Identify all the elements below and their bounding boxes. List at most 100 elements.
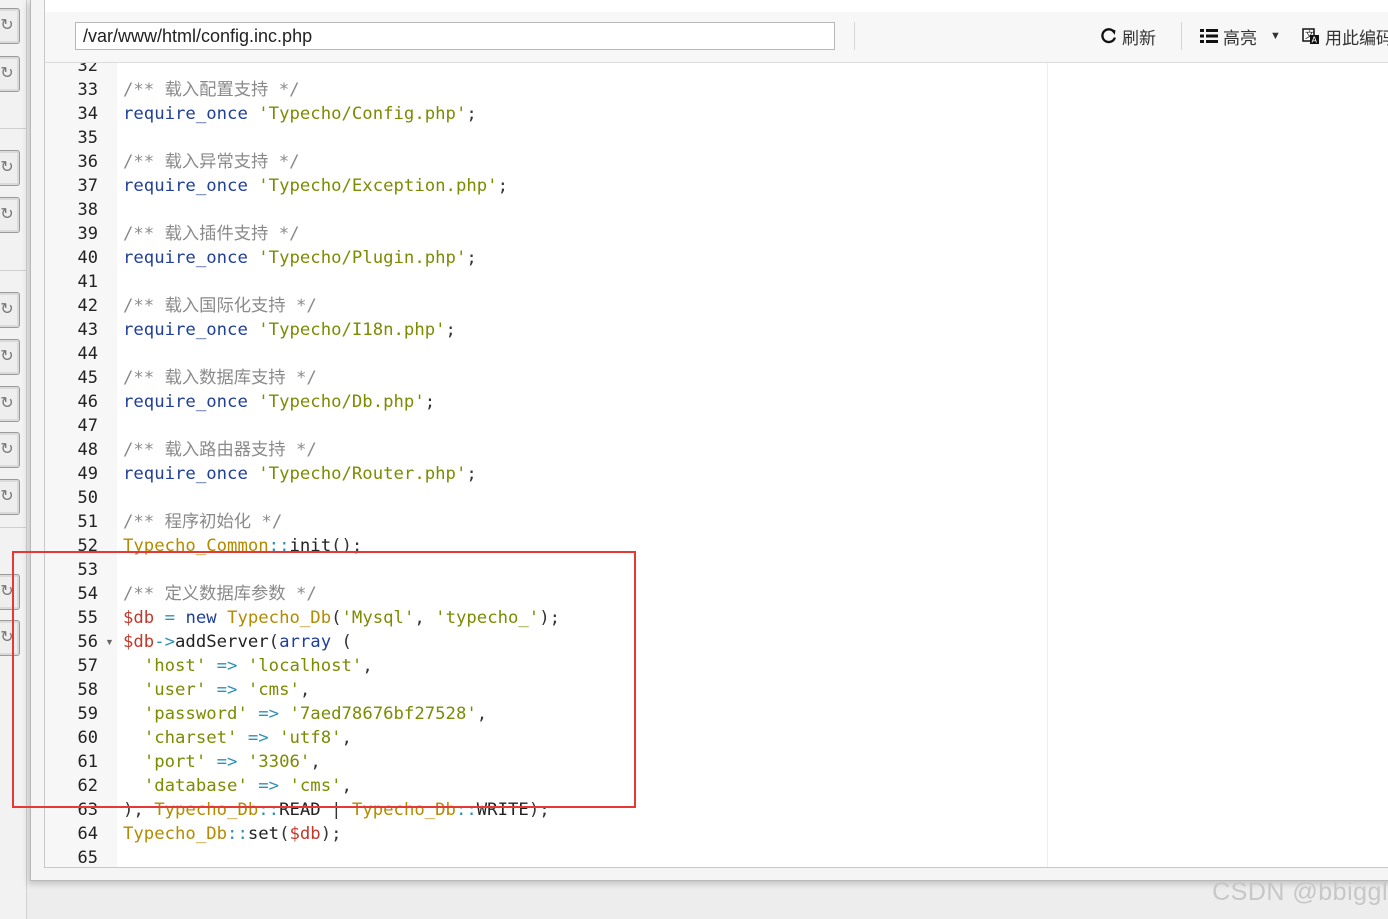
code-token: (	[279, 824, 290, 844]
svg-text:A: A	[1312, 36, 1318, 45]
code-token: array	[279, 632, 332, 652]
code-token: /** 载入配置支持 */	[123, 80, 300, 100]
file-thumbnail-icon[interactable]: ↻	[0, 56, 20, 92]
line-number: 34	[77, 104, 98, 124]
line-number: 49	[77, 464, 98, 484]
line-number: 38	[77, 200, 98, 220]
code-token: ::	[258, 800, 280, 820]
file-thumbnail-icon[interactable]: ↻	[0, 620, 20, 656]
code-token: 'cms'	[289, 776, 342, 796]
code-line: 49 require_once 'Typecho/Router.php';	[45, 462, 1388, 486]
file-path-input[interactable]	[75, 22, 835, 50]
sidebar-divider	[0, 128, 26, 129]
file-thumbnail-icon[interactable]: ↻	[0, 150, 20, 186]
code-text: /** 载入国际化支持 */	[123, 294, 317, 318]
code-lines: 32 33 /** 载入配置支持 */ 34 require_once 'Typecho…	[45, 63, 1388, 867]
code-text: 'password' => '7aed78676bf27528',	[123, 702, 487, 726]
code-token: 'Typecho/Config.php'	[258, 104, 467, 124]
line-number: 51	[77, 512, 98, 532]
code-token: 'utf8'	[279, 728, 342, 748]
code-line: 56 ▼ $db->addServer(array (	[45, 630, 1388, 654]
code-token: require_once	[123, 104, 248, 124]
file-thumbnail-icon[interactable]: ↻	[0, 479, 20, 515]
line-number: 58	[77, 680, 98, 700]
code-line: 60 'charset' => 'utf8',	[45, 726, 1388, 750]
code-token: 'Typecho/I18n.php'	[258, 320, 446, 340]
code-token: require_once	[123, 248, 248, 268]
code-line: 51 /** 程序初始化 */	[45, 510, 1388, 534]
highlight-label: 高亮	[1223, 28, 1257, 48]
code-line: 50	[45, 486, 1388, 510]
line-number: 42	[77, 296, 98, 316]
code-text: 'host' => 'localhost',	[123, 654, 373, 678]
encoding-icon: 文 A	[1302, 27, 1320, 45]
code-token: 'cms'	[247, 680, 300, 700]
code-token: WRITE	[476, 800, 529, 820]
line-number: 46	[77, 392, 98, 412]
code-token: ;	[497, 176, 508, 196]
file-thumbnail-icon[interactable]: ↻	[0, 339, 20, 375]
refresh-button[interactable]: 刷新	[1100, 24, 1156, 48]
highlight-dropdown[interactable]: 高亮 ▼	[1200, 24, 1281, 48]
line-number: 54	[77, 584, 98, 604]
file-thumbnail-icon[interactable]: ↻	[0, 432, 20, 468]
code-line: 38	[45, 198, 1388, 222]
code-token: =>	[216, 752, 238, 772]
file-thumbnail-icon[interactable]: ↻	[0, 197, 20, 233]
file-thumbnail-icon[interactable]: ↻	[0, 386, 20, 422]
sidebar-divider	[0, 527, 26, 528]
code-token: 'Typecho/Plugin.php'	[258, 248, 467, 268]
line-number: 64	[77, 824, 98, 844]
code-token: /** 定义数据库参数 */	[123, 584, 317, 604]
sidebar-divider	[0, 270, 26, 271]
code-token: |	[320, 800, 352, 820]
editor-panel: 刷新 高亮 ▼	[44, 0, 1388, 868]
code-token: ,	[310, 752, 321, 772]
code-token: set	[247, 824, 280, 844]
code-editor[interactable]: 32 33 /** 载入配置支持 */ 34 require_once 'Typecho…	[45, 63, 1388, 867]
encoding-button[interactable]: 文 A 用此编码	[1302, 24, 1388, 48]
file-thumbnail-icon[interactable]: ↻	[0, 8, 20, 44]
file-thumbnail-icon[interactable]: ↻	[0, 292, 20, 328]
code-token: =>	[216, 656, 238, 676]
left-sidebar: ↻ ↻ ↻ ↻ ↻ ↻ ↻ ↻ ↻ ↻ ↻	[0, 0, 27, 919]
line-number: 43	[77, 320, 98, 340]
line-number: 62	[77, 776, 98, 796]
line-number: 61	[77, 752, 98, 772]
code-token: require_once	[123, 176, 248, 196]
code-token: );	[528, 800, 550, 820]
code-text: require_once 'Typecho/Db.php';	[123, 390, 435, 414]
code-text: Typecho_Common::init();	[123, 534, 362, 558]
code-line: 55 $db = new Typecho_Db('Mysql', 'typecho…	[45, 606, 1388, 630]
line-number: 63	[77, 800, 98, 820]
code-text: /** 载入数据库支持 */	[123, 366, 317, 390]
code-token: 'localhost'	[247, 656, 363, 676]
fold-toggle-icon[interactable]: ▼	[105, 630, 114, 654]
file-thumbnail-icon[interactable]: ↻	[0, 574, 20, 610]
code-line: 39 /** 载入插件支持 */	[45, 222, 1388, 246]
code-token: init	[289, 536, 332, 556]
code-token: =	[164, 608, 176, 628]
code-text: /** 载入路由器支持 */	[123, 438, 317, 462]
code-text: require_once 'Typecho/Config.php';	[123, 102, 477, 126]
code-line: 53	[45, 558, 1388, 582]
editor-toolbar: 刷新 高亮 ▼	[45, 12, 1388, 63]
code-line: 41	[45, 270, 1388, 294]
line-number: 41	[77, 272, 98, 292]
code-token: 'port'	[143, 752, 207, 772]
code-line: 65	[45, 846, 1388, 867]
code-token: 'Typecho/Exception.php'	[258, 176, 498, 196]
code-token: ),	[123, 800, 155, 820]
code-token: /** 载入国际化支持 */	[123, 296, 317, 316]
